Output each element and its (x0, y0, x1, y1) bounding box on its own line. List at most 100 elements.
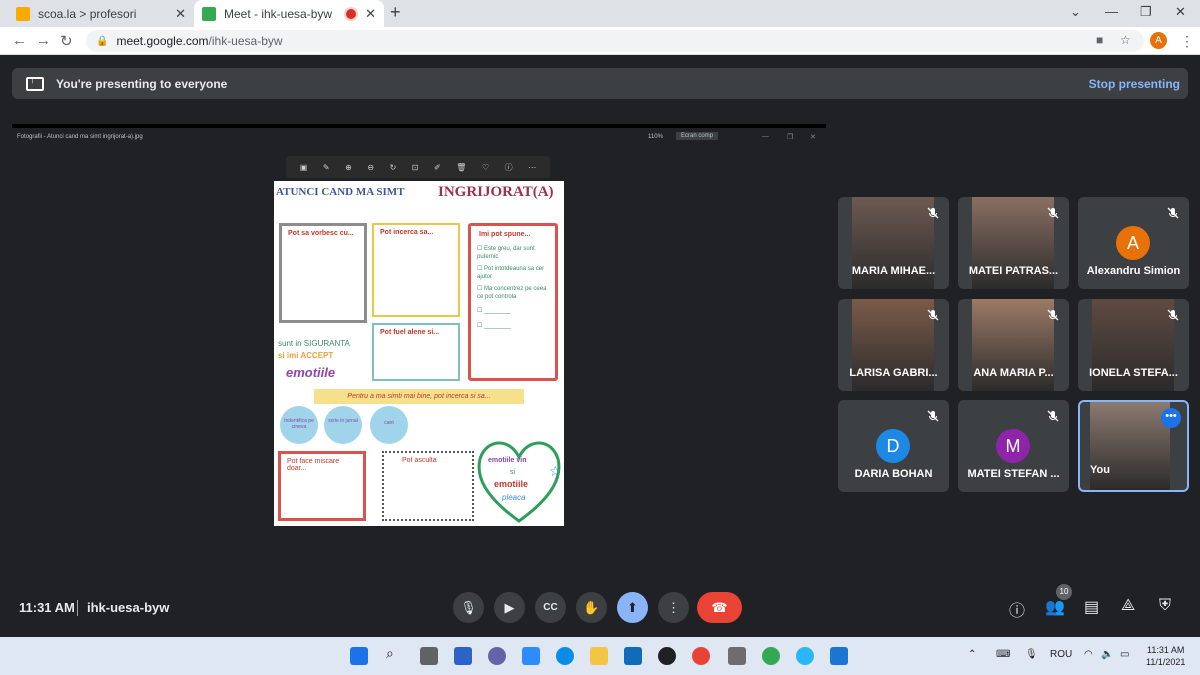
participant-avatar: M (996, 429, 1030, 463)
clock-time: 11:31 AM (1147, 645, 1185, 655)
people-icon[interactable]: 👥 (1045, 597, 1065, 617)
participant-avatar: D (876, 429, 910, 463)
edge-icon[interactable] (556, 647, 574, 665)
restore-icon[interactable]: ❐ (1140, 4, 1152, 20)
photos-icon[interactable] (830, 647, 848, 665)
microphone-button[interactable]: 🎙 (453, 592, 484, 623)
widgets-icon[interactable] (454, 647, 472, 665)
edit-icon: ✎ (322, 162, 330, 172)
windows-taskbar: ⌕ ⌃ ⌨ 🎙 ROU ◠ 🔈 ▭ 11:31 AM 11/1/2021 (0, 637, 1200, 675)
address-bar[interactable]: 🔒 meet.google.com/ihk-uesa-byw (86, 30, 1144, 52)
crop-icon: ⊡ (411, 162, 419, 172)
raise-hand-button[interactable]: ✋ (576, 592, 607, 623)
participant-tile[interactable]: MARIA MIHAE... (838, 197, 949, 289)
start-icon[interactable] (350, 647, 368, 665)
participant-tile[interactable]: IONELA STEFA... (1078, 299, 1189, 391)
browser-toolbar: ← → ↻ 🔒 meet.google.com/ihk-uesa-byw ■ ☆ (0, 27, 1200, 55)
forward-icon[interactable]: → (36, 32, 51, 49)
tab-search-icon[interactable]: ⌄ (1070, 4, 1081, 20)
mic-off-icon (1167, 206, 1179, 219)
present-button[interactable]: ⬆ (617, 592, 648, 623)
volume-icon[interactable]: 🔈 (1101, 649, 1113, 660)
new-tab-button[interactable]: + (390, 2, 401, 23)
browser-tab-scoala[interactable]: scoa.la > profesori ✕ (8, 0, 194, 27)
shared-window-title: Fotografii - Atunci cand ma simt ingrijo… (17, 134, 143, 140)
language-indicator[interactable]: ROU (1050, 649, 1072, 660)
chrome-profile-icon[interactable] (762, 647, 780, 665)
captions-button[interactable]: CC (535, 592, 566, 623)
chat-app-icon[interactable] (488, 647, 506, 665)
safety-line-2: si imi ACCEPT (278, 351, 334, 360)
participant-tile[interactable]: A Alexandru Simion (1078, 197, 1189, 289)
divider (77, 600, 78, 616)
browser-tab-strip: scoa.la > profesori ✕ Meet - ihk-uesa-by… (0, 0, 1200, 27)
chat-icon[interactable]: ▤ (1084, 597, 1099, 617)
browser-tab-meet[interactable]: Meet - ihk-uesa-byw ✕ (194, 0, 384, 27)
mail-icon[interactable] (624, 647, 642, 665)
minimize-icon[interactable]: — (1105, 4, 1118, 19)
bookmark-star-icon[interactable]: ☆ (1120, 33, 1131, 47)
mic-off-icon (927, 308, 939, 321)
activities-icon[interactable]: ⟁ (1121, 597, 1135, 615)
browser-menu-icon[interactable]: ⋮ (1180, 33, 1194, 50)
url-path: /ihk-uesa-byw (208, 34, 283, 48)
back-icon[interactable]: ← (12, 32, 27, 49)
search-icon[interactable]: ⌕ (386, 645, 404, 663)
lock-icon: 🔒 (96, 35, 109, 47)
hand-icon: ✋ (583, 599, 600, 615)
mic-tray-icon[interactable]: 🎙 (1025, 649, 1038, 660)
poster-banner: Pentru a ma simti mai bine, pot incerca … (314, 389, 524, 404)
close-tab-icon[interactable]: ✕ (175, 6, 186, 22)
participant-tile[interactable]: D DARIA BOHAN (838, 400, 949, 492)
host-controls-icon[interactable]: ⛨ (1159, 597, 1171, 615)
meeting-time: 11:31 AM (19, 600, 75, 615)
zoom-in-icon: ⊕ (345, 162, 352, 172)
file-explorer-icon[interactable] (590, 647, 608, 665)
rotate-icon: ↻ (389, 162, 397, 172)
paint-icon[interactable] (796, 647, 814, 665)
mic-off-icon (1047, 206, 1059, 219)
participant-tile[interactable]: ANA MARIA P... (958, 299, 1069, 391)
participant-name: LARISA GABRI... (849, 367, 938, 379)
microphone-icon: 🎙 (460, 599, 477, 615)
keyboard-icon[interactable]: ⌨ (996, 649, 1010, 660)
participant-tile[interactable]: M MATEI STEFAN ... (958, 400, 1069, 492)
info-icon: ⓘ (504, 162, 513, 172)
safety-line-3: emotiile (286, 365, 336, 380)
task-view-icon[interactable] (420, 647, 438, 665)
participant-name: MARIA MIHAE... (851, 265, 936, 277)
minimize-icon: — (762, 133, 769, 140)
poster-box-label: Pot sa vorbesc cu... (288, 230, 354, 237)
participant-name: IONELA STEFA... (1089, 367, 1178, 379)
photo-toolbar: ▣ ✎ ⊕ ⊖ ↻ ⊡ ✐ 🗑 ♡ ⓘ ⋯ (286, 156, 550, 178)
tray-overflow-icon[interactable]: ⌃ (968, 649, 976, 660)
heart-line-3: emotiile (494, 479, 529, 489)
camera-button[interactable]: ▶ (494, 592, 525, 623)
poster-heading-right: INGRIJORAT(A) (438, 184, 554, 200)
taskbar-clock[interactable]: 11:31 AM 11/1/2021 (1146, 644, 1185, 668)
zoom-icon[interactable] (522, 647, 540, 665)
close-tab-icon[interactable]: ✕ (365, 6, 376, 22)
leave-call-button[interactable]: ☎ (697, 592, 742, 623)
github-icon[interactable] (658, 647, 676, 665)
poster-circle: cant (370, 406, 408, 444)
poster-box-move: Pot face miscare doar... (278, 451, 366, 521)
participant-tile[interactable]: ••• You (1078, 400, 1189, 492)
profile-avatar[interactable]: A (1150, 32, 1167, 49)
reload-icon[interactable]: ↻ (60, 32, 73, 50)
chrome-icon[interactable] (692, 647, 710, 665)
battery-icon[interactable]: ▭ (1120, 649, 1129, 660)
participant-tile[interactable]: MATEI PATRAS... (958, 197, 1069, 289)
scoala-favicon-icon (16, 6, 30, 21)
camera-permission-icon[interactable]: ■ (1096, 33, 1103, 47)
more-options-button[interactable]: ⋮ (658, 592, 689, 623)
meeting-details-icon[interactable]: ⓘ (1009, 597, 1025, 621)
close-window-icon[interactable]: ✕ (1175, 4, 1186, 20)
wifi-icon[interactable]: ◠ (1084, 649, 1093, 660)
scanner-icon[interactable] (728, 647, 746, 665)
participant-tile[interactable]: LARISA GABRI... (838, 299, 949, 391)
stop-presenting-button[interactable]: Stop presenting (1089, 77, 1180, 91)
participant-name: DARIA BOHAN (854, 468, 933, 480)
more-options-icon[interactable]: ••• (1161, 408, 1181, 428)
clock-date: 11/1/2021 (1146, 657, 1186, 667)
